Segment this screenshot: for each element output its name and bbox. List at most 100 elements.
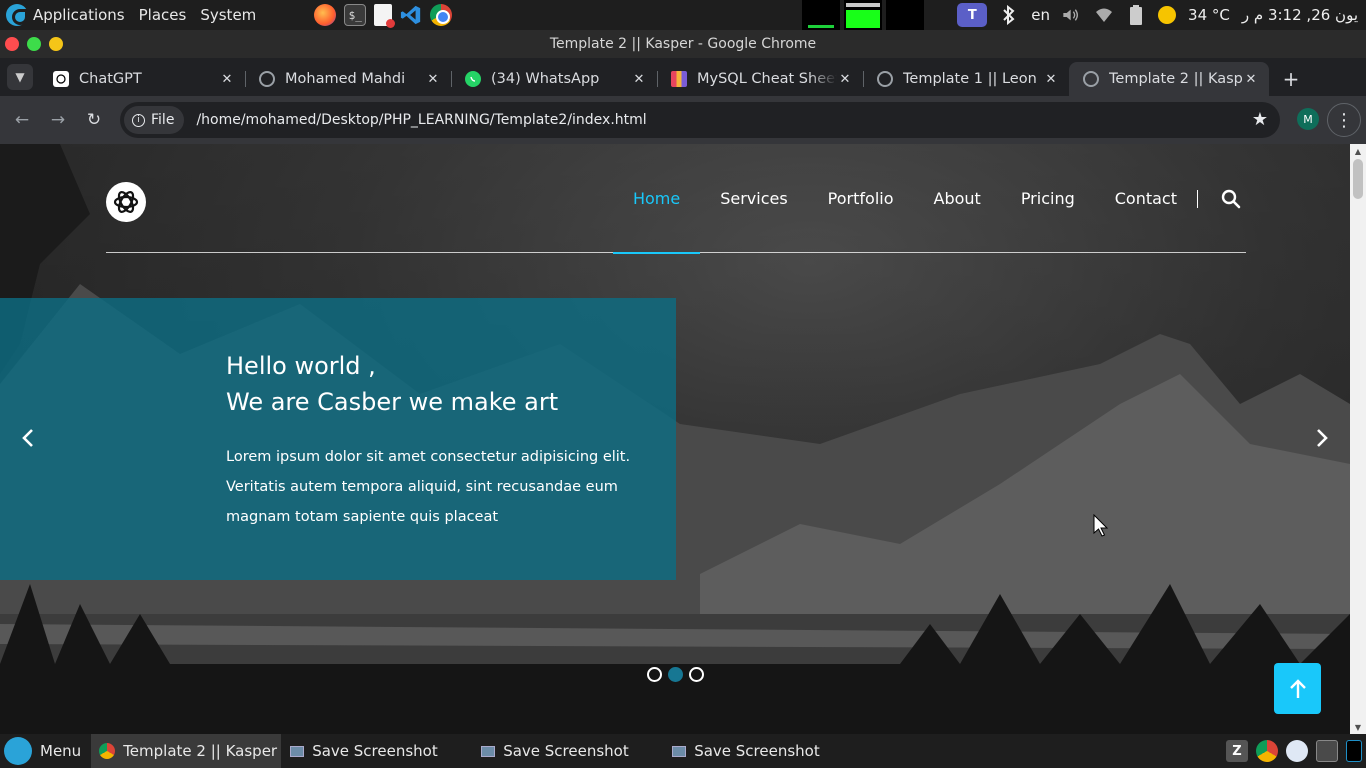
screenshot-icon <box>290 745 305 757</box>
slider-prev-button[interactable] <box>18 426 38 450</box>
tab-label: Mohamed Mahdi <box>285 71 406 87</box>
globe-icon <box>1083 71 1099 87</box>
teams-icon[interactable]: T <box>957 3 988 27</box>
tab-label: Template 1 || Leon <box>903 71 1037 87</box>
search-icon[interactable] <box>1216 184 1246 214</box>
main-nav: Home Services Portfolio About Pricing Co… <box>612 144 1246 254</box>
nav-pricing[interactable]: Pricing <box>1001 144 1095 253</box>
temperature[interactable]: 34 °C <box>1188 6 1230 24</box>
bookmark-star-icon[interactable]: ★ <box>1252 109 1268 130</box>
volume-icon[interactable] <box>1062 5 1082 25</box>
taskbar-item-screenshot-1[interactable]: Save Screenshot <box>282 734 472 768</box>
chrome-tray-icon[interactable] <box>1256 740 1278 762</box>
chevron-down-icon: ▼ <box>15 70 25 84</box>
tab-search-button[interactable]: ▼ <box>7 64 33 90</box>
forward-button[interactable]: → <box>40 102 76 138</box>
slider-bullet-2[interactable] <box>668 667 683 682</box>
taskbar-item-label: Save Screenshot <box>694 742 820 760</box>
memory-monitor <box>844 0 882 30</box>
tab-label: Template 2 || Kasper <box>1109 71 1243 87</box>
wifi-icon[interactable] <box>1094 5 1114 25</box>
tab-chatgpt[interactable]: ChatGPT ✕ <box>39 62 245 96</box>
screenshot-icon <box>672 745 687 757</box>
window-titlebar[interactable]: Template 2 || Kasper - Google Chrome <box>0 30 1366 58</box>
places-menu[interactable]: Places <box>139 6 187 24</box>
chrome-window-icon[interactable] <box>1316 740 1338 762</box>
close-icon[interactable]: ✕ <box>219 72 235 87</box>
reload-icon: ↻ <box>86 110 102 130</box>
site-header: Home Services Portfolio About Pricing Co… <box>106 144 1246 254</box>
nav-services[interactable]: Services <box>700 144 807 253</box>
scroll-down-icon[interactable]: ▼ <box>1350 720 1366 734</box>
page-scrollbar[interactable]: ▲ ▼ <box>1350 144 1366 734</box>
browser-menu-button[interactable]: ⋮ <box>1327 103 1361 137</box>
arrow-right-icon: → <box>50 110 66 130</box>
nav-portfolio[interactable]: Portfolio <box>808 144 914 253</box>
scroll-up-icon[interactable]: ▲ <box>1350 144 1366 158</box>
slider-bullet-3[interactable] <box>689 667 704 682</box>
close-icon[interactable]: ✕ <box>1043 72 1059 87</box>
close-icon[interactable]: ✕ <box>425 72 441 87</box>
taskbar-item-label: Template 2 || Kasper -... <box>123 742 281 760</box>
scrollbar-thumb[interactable] <box>1353 159 1363 199</box>
reload-button[interactable]: ↻ <box>76 102 112 138</box>
nav-home[interactable]: Home <box>612 144 701 254</box>
bluetooth-icon[interactable] <box>999 5 1019 25</box>
arrow-left-icon: ← <box>14 110 30 130</box>
taskbar-item-screenshot-2[interactable]: Save Screenshot <box>473 734 663 768</box>
show-desktop-button[interactable] <box>1346 740 1362 762</box>
close-icon[interactable]: ✕ <box>631 72 647 87</box>
chatgpt-icon <box>53 71 69 87</box>
chevron-left-icon <box>22 429 33 447</box>
tab-template-1[interactable]: Template 1 || Leon ✕ <box>863 62 1069 96</box>
page-viewport: Home Services Portfolio About Pricing Co… <box>0 144 1350 734</box>
cpu-monitor <box>802 0 840 30</box>
nav-divider <box>1197 189 1198 208</box>
slide-description: Lorem ipsum dolor sit amet consectetur a… <box>226 449 631 525</box>
tab-mysql-cheat-sheet[interactable]: MySQL Cheat Sheet ✕ <box>657 62 863 96</box>
taskbar-item-screenshot-3[interactable]: Save Screenshot <box>664 734 854 768</box>
applications-menu[interactable]: Applications <box>33 6 125 24</box>
tab-label: (34) WhatsApp <box>491 71 600 87</box>
chrome-launcher-icon[interactable] <box>430 4 453 26</box>
tab-mohamed-mahdi[interactable]: Mohamed Mahdi ✕ <box>245 62 451 96</box>
battery-icon[interactable] <box>1126 5 1146 25</box>
terminal-icon[interactable]: $_ <box>344 4 367 26</box>
openai-logo-icon[interactable] <box>106 182 146 222</box>
close-icon[interactable]: ✕ <box>837 72 853 87</box>
slider-bullet-1[interactable] <box>647 667 662 682</box>
new-tab-button[interactable]: + <box>1277 62 1305 96</box>
clock[interactable]: يون 26, 3:12 م ر <box>1242 6 1358 24</box>
profile-avatar[interactable]: M <box>1297 108 1319 130</box>
slider-bullets <box>647 667 704 682</box>
close-icon[interactable]: ✕ <box>1243 72 1259 87</box>
taskbar-item-label: Save Screenshot <box>312 742 438 760</box>
tab-whatsapp[interactable]: (34) WhatsApp ✕ <box>451 62 657 96</box>
firefox-icon[interactable] <box>314 4 337 26</box>
tab-label: ChatGPT <box>79 71 142 87</box>
keyboard-layout[interactable]: en <box>1031 6 1050 24</box>
text-editor-icon[interactable] <box>374 4 396 28</box>
tab-template-2[interactable]: Template 2 || Kasper ✕ <box>1069 62 1269 96</box>
nav-contact[interactable]: Contact <box>1095 144 1197 253</box>
scroll-to-top-button[interactable] <box>1274 663 1321 714</box>
url-text[interactable]: /home/mohamed/Desktop/PHP_LEARNING/Templ… <box>196 112 646 128</box>
taskbar-item-label: Save Screenshot <box>503 742 629 760</box>
vscode-icon[interactable] <box>400 4 422 26</box>
nav-about[interactable]: About <box>914 144 1001 253</box>
mysql-icon <box>671 71 687 87</box>
window-title: Template 2 || Kasper - Google Chrome <box>549 36 817 52</box>
weather-sun-icon <box>1158 6 1177 24</box>
slider-next-button[interactable] <box>1312 426 1332 450</box>
browser-toolbar: ← → ↻ i File /home/mohamed/Desktop/PHP_L… <box>0 96 1366 144</box>
slider-content-box: Hello world , We are Casber we make art … <box>0 298 676 580</box>
network-tray-icon[interactable] <box>1286 740 1308 762</box>
back-button[interactable]: ← <box>4 102 40 138</box>
site-info-chip[interactable]: i File <box>124 106 185 134</box>
taskbar-menu-button[interactable]: Menu <box>0 734 91 768</box>
system-menu[interactable]: System <box>200 6 256 24</box>
taskbar-item-chrome[interactable]: Template 2 || Kasper -... <box>91 734 282 768</box>
address-bar[interactable]: i File /home/mohamed/Desktop/PHP_LEARNIN… <box>120 102 1280 138</box>
kali-logo-icon[interactable] <box>6 4 28 26</box>
zeal-icon[interactable]: Z <box>1226 740 1248 762</box>
